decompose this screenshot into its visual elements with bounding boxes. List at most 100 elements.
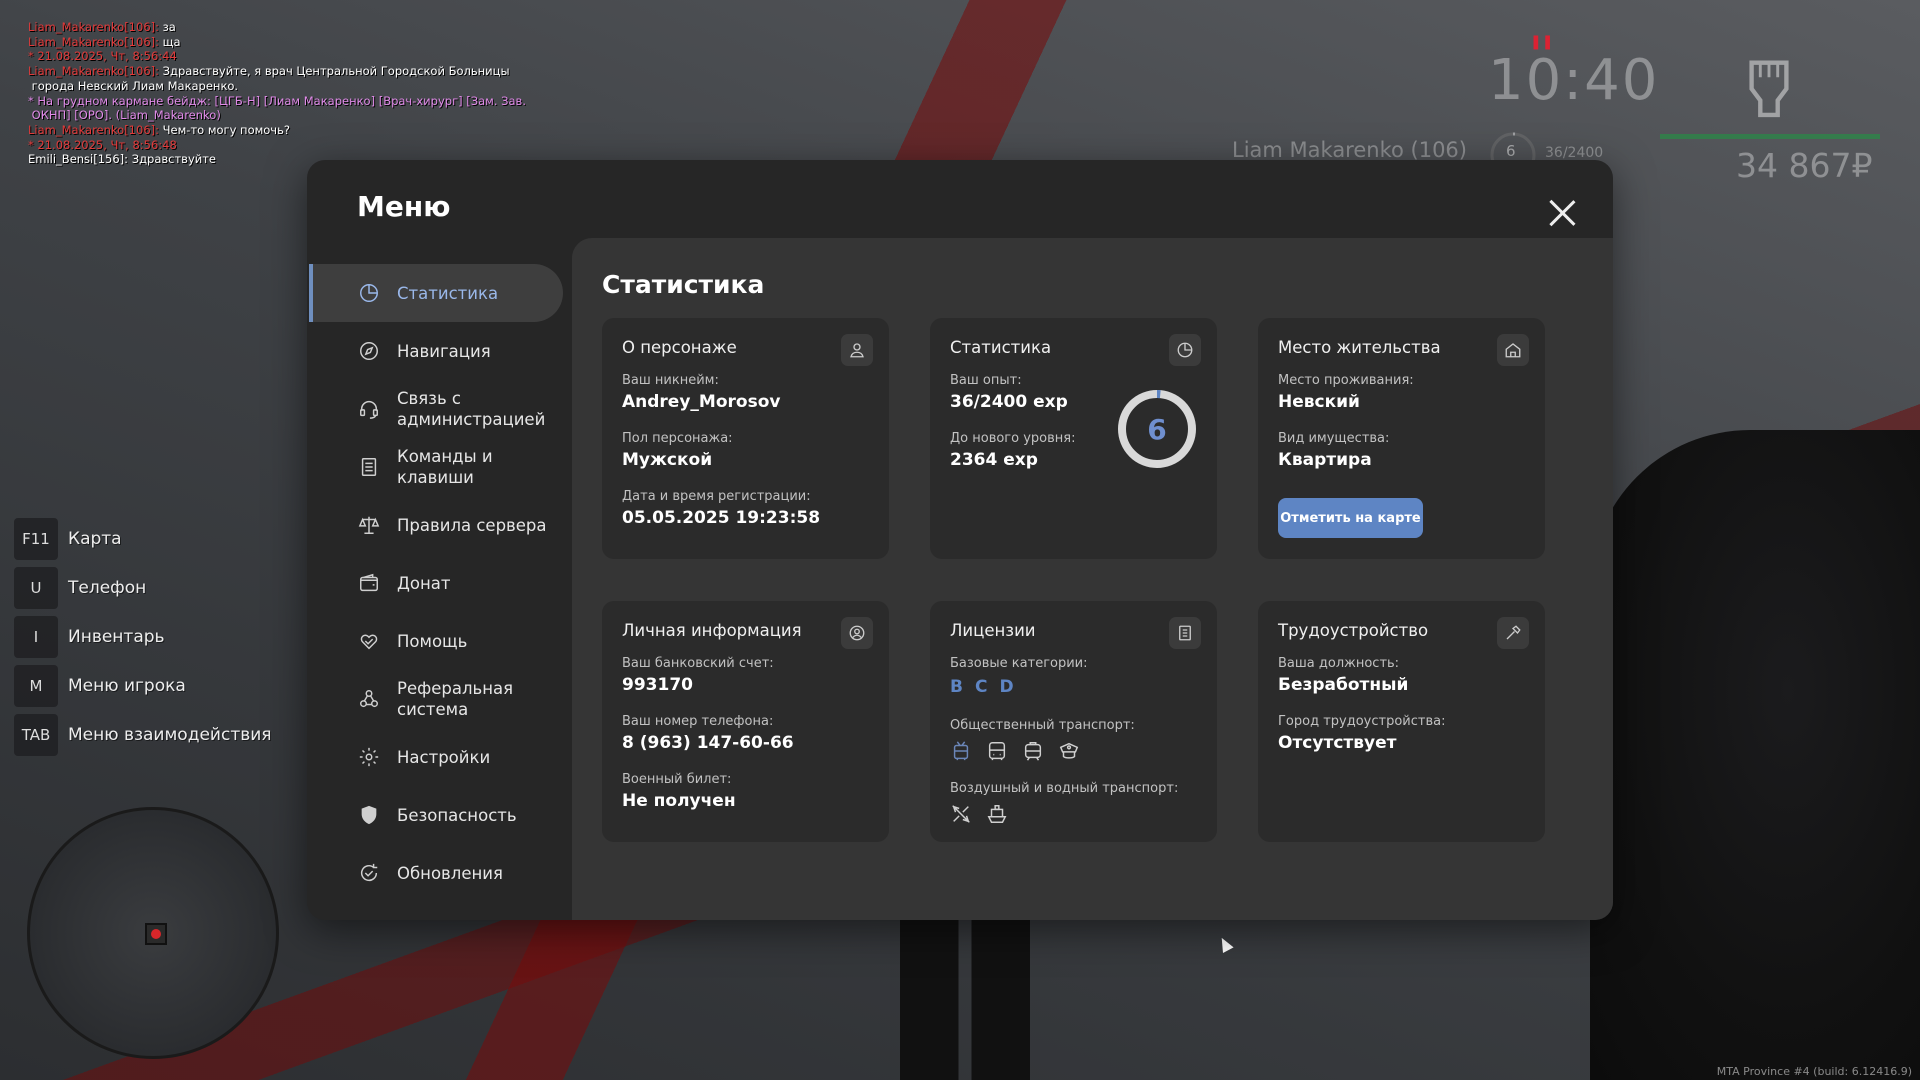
card-title: О персонаже xyxy=(622,338,737,357)
wallet-icon xyxy=(357,571,381,595)
hotkey-map[interactable]: F11 Карта xyxy=(14,518,272,560)
hotkey-phone[interactable]: U Телефон xyxy=(14,567,272,609)
hud-player-name: Liam Makarenko (106) xyxy=(1232,138,1467,162)
build-info: MTA Province #4 (build: 6.12416.9) xyxy=(1716,1065,1912,1078)
field-label: Ваша должность: xyxy=(1278,656,1400,671)
card-residence: Место жительства Место проживания: Невск… xyxy=(1258,318,1545,559)
hotkey-key: TAB xyxy=(14,714,58,756)
sidebar-item-settings[interactable]: Настройки xyxy=(309,728,563,786)
chat-text: Чем-то могу помочь? xyxy=(162,122,290,137)
sidebar-item-security[interactable]: Безопасность xyxy=(309,786,563,844)
license-category-b: B xyxy=(950,677,963,697)
field-next-level: До нового уровня: 2364 exp xyxy=(950,431,1076,470)
hotkey-inventory[interactable]: I Инвентарь xyxy=(14,616,272,658)
chat-line: * 21.08.2025, Чт, 8:56:48 xyxy=(28,138,528,153)
license-categories: B C D xyxy=(950,677,1088,697)
field-registration: Дата и время регистрации: 05.05.2025 19:… xyxy=(622,489,820,528)
sidebar-item-navigation[interactable]: Навигация xyxy=(309,322,563,380)
airplane-icon xyxy=(952,805,970,823)
card-personal-info: Личная информация Ваш банковский счет: 9… xyxy=(602,601,889,842)
field-label: Вид имущества: xyxy=(1278,431,1390,446)
chat-text: за xyxy=(162,20,176,34)
hotkey-label: Телефон xyxy=(68,578,147,598)
field-gender: Пол персонажа: Мужской xyxy=(622,431,733,470)
ship-icon xyxy=(987,805,1007,823)
close-button[interactable] xyxy=(1545,196,1579,230)
scales-icon xyxy=(357,513,381,537)
pie-chart-icon xyxy=(1169,334,1201,366)
field-label: Город трудоустройства: xyxy=(1278,714,1446,729)
user-icon xyxy=(841,334,873,366)
chat-text: ОКНП] [ОРО]. (Liam_Makarenko) xyxy=(28,108,221,123)
field-nickname: Ваш никнейм: Andrey_Morosov xyxy=(622,373,780,412)
hotkey-interaction-menu[interactable]: TAB Меню взаимодействия xyxy=(14,714,272,756)
field-exp: Ваш опыт: 36/2400 exp xyxy=(950,373,1068,412)
chat-line: ОКНП] [ОРО]. (Liam_Makarenko) xyxy=(28,108,528,123)
field-value: 8 (963) 147-60-66 xyxy=(622,733,794,753)
sidebar-item-label: Навигация xyxy=(397,341,491,361)
sidebar-item-statistics[interactable]: Статистика xyxy=(309,264,563,322)
level-number: 6 xyxy=(1147,412,1167,446)
chat-line: Liam_Makarenko[106]: Здравствуйте, я вра… xyxy=(28,64,528,79)
sidebar-item-help[interactable]: Помощь xyxy=(309,612,563,670)
shield-icon xyxy=(357,803,381,827)
hotkey-key: U xyxy=(14,567,58,609)
hotkey-label: Инвентарь xyxy=(68,627,165,647)
sidebar-item-admin-contact[interactable]: Связь с администрацией xyxy=(309,380,563,438)
minimap xyxy=(27,807,279,1059)
hotkey-label: Карта xyxy=(68,529,122,549)
field-public-transport: Общественный транспорт: xyxy=(950,718,1135,762)
compass-icon xyxy=(357,339,381,363)
sidebar-item-donate[interactable]: Донат xyxy=(309,554,563,612)
field-bank-account: Ваш банковский счет: 993170 xyxy=(622,656,774,695)
sidebar-item-updates[interactable]: Обновления xyxy=(309,844,563,902)
sidebar-item-commands[interactable]: Команды и клавиши xyxy=(309,438,563,496)
sidebar-item-label: Обновления xyxy=(397,863,503,883)
field-value: Невский xyxy=(1278,392,1360,412)
hotkey-key: I xyxy=(14,616,58,658)
sidebar-item-referral[interactable]: Реферальная система xyxy=(309,670,563,728)
card-title: Место жительства xyxy=(1278,338,1441,357)
field-residence-place: Место проживания: Невский xyxy=(1278,373,1414,412)
field-label: Ваш опыт: xyxy=(950,373,1022,388)
field-base-categories: Базовые категории: B C D xyxy=(950,656,1088,697)
air-water-transport-icons xyxy=(950,803,1178,825)
chat-line: города Невский Лиам Макаренко. xyxy=(28,79,528,94)
sidebar-item-label: Помощь xyxy=(397,631,468,651)
field-label: Воздушный и водный транспорт: xyxy=(950,781,1179,796)
field-value: Не получен xyxy=(622,791,736,811)
hotkey-key: M xyxy=(14,665,58,707)
chat-text: Emili_Bensi[156]: Здравствуйте xyxy=(28,152,216,167)
chat-line: Liam_Makarenko[106]: ща xyxy=(28,35,528,50)
chat-text: Liam_Makarenko[106]: xyxy=(28,64,163,79)
headset-icon xyxy=(357,397,381,421)
hotkey-player-menu[interactable]: M Меню игрока xyxy=(14,665,272,707)
sidebar-item-label: Настройки xyxy=(397,747,491,767)
id-card-icon xyxy=(1169,617,1201,649)
field-military-id: Военный билет: Не получен xyxy=(622,772,736,811)
mark-on-map-button[interactable]: Отметить на карте xyxy=(1278,498,1423,538)
field-value: 05.05.2025 19:23:58 xyxy=(622,508,821,528)
mouse-cursor-icon xyxy=(1216,935,1234,953)
field-label: До нового уровня: xyxy=(950,431,1076,446)
field-value: Andrey_Morosov xyxy=(622,392,781,412)
sidebar: Статистика Навигация Связь с администрац… xyxy=(309,264,563,902)
card-licenses: Лицензии Базовые категории: B C D Общест… xyxy=(930,601,1217,842)
card-title: Статистика xyxy=(950,338,1052,357)
field-work-city: Город трудоустройства: Отсутствует xyxy=(1278,714,1445,753)
content-panel: Статистика О персонаже Ваш никнейм: Andr… xyxy=(572,238,1613,920)
chat-text: Здравствуйте, я врач Центральной Городск… xyxy=(162,64,510,79)
document-list-icon xyxy=(357,455,381,479)
field-label: Базовые категории: xyxy=(950,656,1088,671)
chat-line: Liam_Makarenko[106]: Чем-то могу помочь? xyxy=(28,123,528,138)
field-label: Ваш номер телефона: xyxy=(622,714,774,729)
chat-log: Liam_Makarenko[106]: за Liam_Makarenko[10… xyxy=(28,20,528,167)
card-character: О персонаже Ваш никнейм: Andrey_Morosov … xyxy=(602,318,889,559)
sidebar-item-label: Статистика xyxy=(397,283,499,303)
card-title: Личная информация xyxy=(622,621,802,640)
field-label: Военный билет: xyxy=(622,772,732,787)
sidebar-item-rules[interactable]: Правила сервера xyxy=(309,496,563,554)
chat-text: * На грудном кармане бейдж: [ЦГБ-Н] [Лиа… xyxy=(28,93,526,108)
public-transport-icons xyxy=(950,740,1135,762)
menu-title: Меню xyxy=(357,190,451,223)
